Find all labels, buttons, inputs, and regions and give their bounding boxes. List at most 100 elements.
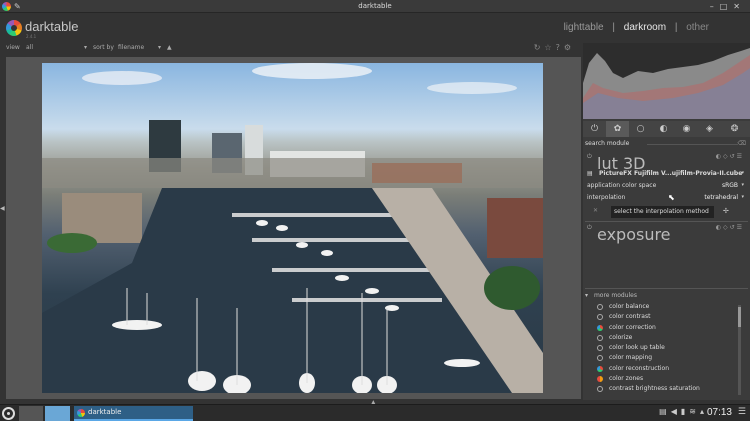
color-wheel-icon <box>597 324 603 331</box>
more-module-label: color mapping <box>609 354 653 362</box>
more-module-item[interactable]: colorize <box>597 333 737 343</box>
network-icon[interactable]: ≋ <box>689 407 700 416</box>
colorspace-value[interactable]: sRGB <box>722 182 738 189</box>
exposure-module-header[interactable]: ⏻ exposure ◐◇↺☰ <box>585 224 748 244</box>
more-modules-scrollbar[interactable] <box>738 305 741 395</box>
more-module-label: contrast brightness saturation <box>609 385 700 393</box>
clock[interactable]: 07:13 <box>707 407 732 418</box>
interpolation-value[interactable]: tetrahedral <box>704 194 738 201</box>
lut3d-file-value[interactable]: PictureFX Fujifilm V...ujifilm-Provia-II… <box>599 170 742 177</box>
histogram-graph <box>583 48 750 119</box>
desktop-pager-1[interactable] <box>19 406 43 421</box>
color-wheel-icon <box>597 365 603 372</box>
more-module-item[interactable]: color correction <box>597 323 737 333</box>
scrollbar-thumb[interactable] <box>738 307 741 327</box>
more-module-label: color reconstruction <box>609 364 670 372</box>
more-module-item[interactable]: color look up table <box>597 343 737 353</box>
brand-version: 2.4.1 <box>26 34 37 39</box>
refresh-icon[interactable]: ↻ <box>534 43 545 52</box>
panel-menu-icon[interactable]: ☰ <box>738 407 746 417</box>
sort-order-icon[interactable]: ▲ <box>167 44 172 51</box>
image-canvas[interactable] <box>6 57 581 399</box>
right-panel: ⏻ ✿ ○ ◐ ◉ ◈ ❂ search module ⌫ ⏻ lut 3D ◐… <box>583 43 750 400</box>
interpolation-caret-icon[interactable]: ▾ <box>741 194 744 200</box>
circle-icon <box>597 334 603 341</box>
view-filter-caret-icon[interactable]: ▾ <box>84 44 87 51</box>
search-module[interactable]: search module ⌫ <box>585 140 748 149</box>
colorspace-caret-icon[interactable]: ▾ <box>741 182 744 188</box>
more-module-item[interactable]: contrast brightness saturation <box>597 384 737 394</box>
exposure-power-icon[interactable]: ⏻ <box>587 224 592 232</box>
search-module-input[interactable] <box>647 144 738 145</box>
interpolation-row[interactable]: interpolation tetrahedral ▾ <box>587 194 744 204</box>
view-filter-select[interactable]: all <box>26 44 33 51</box>
colorspace-label: application color space <box>587 182 657 189</box>
more-modules-title: more modules <box>593 292 637 299</box>
view-switcher: lighttable | darkroom | other <box>561 22 712 33</box>
circle-icon <box>597 345 603 352</box>
task-label: darktable <box>88 408 122 416</box>
color-picker-icon[interactable]: ✢ <box>723 207 729 215</box>
toolbar-icons: ↻☆?⚙ <box>534 43 575 52</box>
sort-select[interactable]: filename <box>118 44 144 51</box>
close-icon[interactable]: ✕ <box>593 207 598 214</box>
window-title: darktable <box>358 2 392 10</box>
lut3d-module-header[interactable]: ⏻ lut 3D ◐◇↺☰ <box>585 153 748 173</box>
more-module-item[interactable]: color contrast <box>597 312 737 322</box>
basic-group-icon[interactable]: ○ <box>629 121 652 137</box>
interpolation-tooltip: select the interpolation method <box>611 206 714 218</box>
sort-caret-icon[interactable]: ▾ <box>158 44 161 51</box>
search-module-label: search module <box>585 140 630 147</box>
file-icon[interactable]: ▤ <box>587 170 593 177</box>
tone-group-icon[interactable]: ◐ <box>652 121 675 137</box>
system-taskbar: darktable ▤◀▮≋▴ 07:13 ☰ <box>0 404 750 421</box>
more-module-item[interactable]: color balance <box>597 302 737 312</box>
view-darkroom[interactable]: darkroom <box>624 22 666 33</box>
app-header: darktable 2.4.1 lighttable | darkroom | … <box>0 13 750 43</box>
more-modules-header[interactable]: ▾ more modules <box>585 292 748 299</box>
photo-scene <box>42 63 543 393</box>
color-group-icon[interactable]: ◉ <box>675 121 698 137</box>
left-panel-toggle-icon[interactable]: ◀ <box>0 205 5 212</box>
more-module-label: color correction <box>609 323 656 331</box>
power-group-icon[interactable]: ⏻ <box>583 121 606 137</box>
lut3d-file-row[interactable]: ▤ PictureFX Fujifilm V...ujifilm-Provia-… <box>587 170 744 180</box>
circle-icon <box>597 355 603 362</box>
lut3d-power-icon[interactable]: ⏻ <box>587 153 592 161</box>
exposure-title: exposure <box>597 225 671 244</box>
view-lighttable[interactable]: lighttable <box>564 22 604 33</box>
window-titlebar: ✎ darktable –□✕ <box>0 0 750 13</box>
lut3d-header-icons[interactable]: ◐◇↺☰ <box>716 153 744 160</box>
clear-search-icon[interactable]: ⌫ <box>738 140 746 147</box>
more-module-label: color zones <box>609 375 644 383</box>
desktop-pager-2[interactable] <box>45 406 70 421</box>
help-icon[interactable]: ? <box>556 43 564 52</box>
interpolation-label: interpolation <box>587 194 626 201</box>
colorspace-row[interactable]: application color space sRGB ▾ <box>587 182 744 192</box>
favorites-group-icon[interactable]: ✿ <box>606 121 629 137</box>
more-module-item[interactable]: color reconstruction <box>597 364 737 374</box>
view-other[interactable]: other <box>686 22 709 33</box>
mouse-cursor-icon: ⬉ <box>668 193 675 202</box>
start-menu-icon[interactable] <box>2 407 15 420</box>
volume-icon[interactable]: ◀ <box>671 407 681 416</box>
more-module-label: color look up table <box>609 344 665 352</box>
view-separator: | <box>612 22 615 33</box>
clipboard-icon[interactable]: ▤ <box>659 407 671 416</box>
correct-group-icon[interactable]: ◈ <box>698 121 721 137</box>
taskbar-task-darktable[interactable]: darktable <box>74 406 193 421</box>
circle-icon <box>597 304 603 310</box>
more-module-item[interactable]: color mapping <box>597 353 737 363</box>
effect-group-icon[interactable]: ❂ <box>723 121 746 137</box>
chevron-down-icon[interactable]: ▾ <box>585 292 588 299</box>
gear-icon[interactable]: ⚙ <box>564 43 575 52</box>
window-controls[interactable]: –□✕ <box>710 0 746 13</box>
lut3d-file-caret-icon[interactable]: ▾ <box>741 170 744 176</box>
star-icon[interactable]: ☆ <box>544 43 555 52</box>
more-module-label: color contrast <box>609 313 651 321</box>
more-module-item[interactable]: color zones <box>597 374 737 384</box>
histogram[interactable] <box>583 43 750 119</box>
color-warm-icon <box>597 376 603 383</box>
exposure-header-icons[interactable]: ◐◇↺☰ <box>716 224 744 231</box>
circle-icon <box>597 314 603 321</box>
